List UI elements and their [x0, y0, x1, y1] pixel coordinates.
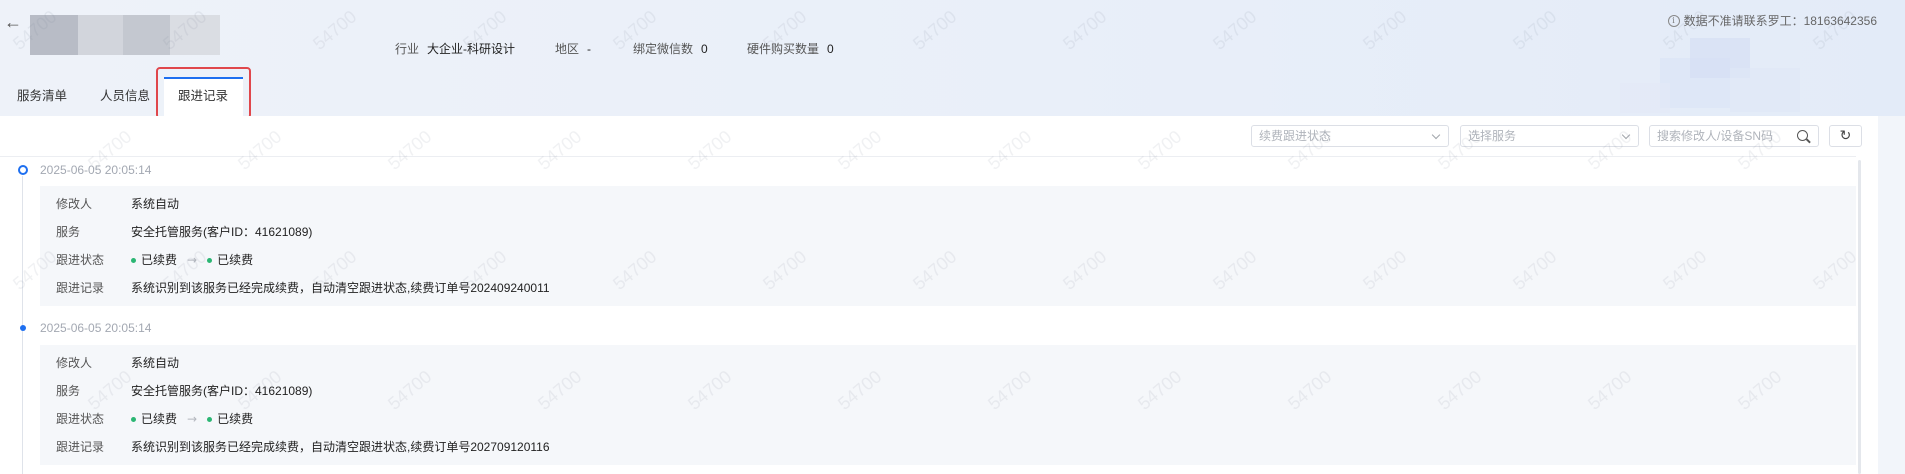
info-hardware-count-value: 0 [827, 42, 834, 56]
search-placeholder: 搜索修改人/设备SN码 [1657, 129, 1774, 143]
data-notice: i 数据不准请联系罗工：18163642356 [1667, 13, 1877, 29]
row-label: 修改人 [56, 197, 93, 211]
row-follow-status: 跟进状态 已续费 → 已续费 [40, 405, 1856, 433]
follow-status-select[interactable]: 续费跟进状态 [1251, 125, 1449, 147]
info-industry-value: 大企业-科研设计 [427, 42, 516, 56]
row-value: 系统自动 [131, 197, 180, 211]
info-industry: 行业 大企业-科研设计 [395, 41, 515, 57]
arrow-right-icon: → [187, 253, 198, 267]
info-circle-icon: i [1667, 15, 1680, 27]
row-follow-record: 跟进记录 系统识别到该服务已经完成续费，自动清空跟进状态,续费订单号202409… [40, 274, 1856, 302]
row-follow-record: 跟进记录 系统识别到该服务已经完成续费，自动清空跟进状态,续费订单号202709… [40, 433, 1856, 461]
timeline-card: 修改人 系统自动 服务 安全托管服务(客户ID：41621089) 跟进状态 已… [40, 186, 1856, 306]
info-hardware-count: 硬件购买数量 0 [747, 41, 834, 57]
info-region: 地区 - [555, 41, 591, 57]
status-change: 已续费 → 已续费 [131, 246, 253, 274]
row-label: 修改人 [56, 356, 93, 370]
status-from: 已续费 [141, 412, 178, 426]
header-illustration [1620, 38, 1800, 113]
arrow-right-icon: → [187, 412, 198, 426]
info-wechat-count: 绑定微信数 0 [633, 41, 708, 57]
row-label: 跟进状态 [56, 412, 105, 426]
row-modifier: 修改人 系统自动 [40, 190, 1856, 218]
chevron-down-icon [1621, 130, 1631, 140]
row-label: 跟进状态 [56, 253, 105, 267]
vertical-scrollbar[interactable] [1858, 160, 1861, 474]
status-from: 已续费 [141, 253, 178, 267]
status-dot-icon [131, 416, 136, 422]
tab-personnel-info[interactable]: 人员信息 [100, 87, 150, 105]
status-dot-icon [207, 416, 213, 422]
row-value: 安全托管服务(客户ID：41621089) [131, 384, 313, 398]
status-dot-icon [207, 257, 213, 263]
row-value: 系统自动 [131, 356, 180, 370]
row-service: 服务 安全托管服务(客户ID：41621089) [40, 377, 1856, 405]
data-notice-text: 数据不准请联系罗工：18163642356 [1683, 14, 1877, 28]
status-to: 已续费 [217, 253, 254, 267]
info-hardware-count-label: 硬件购买数量 [747, 42, 820, 56]
tab-highlight-box [156, 67, 251, 119]
timeline-node-icon [18, 165, 28, 175]
row-follow-status: 跟进状态 已续费 → 已续费 [40, 246, 1856, 274]
follow-status-placeholder: 续费跟进状态 [1259, 129, 1332, 143]
timeline-date: 2025-06-05 20:05:14 [40, 163, 152, 177]
service-select[interactable]: 选择服务 [1460, 125, 1639, 147]
chevron-down-icon [1431, 130, 1441, 140]
row-service: 服务 安全托管服务(客户ID：41621089) [40, 218, 1856, 246]
row-value: 系统识别到该服务已经完成续费，自动清空跟进状态,续费订单号20270912011… [131, 440, 550, 454]
back-arrow-icon[interactable]: ← [4, 12, 22, 32]
row-value: 系统识别到该服务已经完成续费，自动清空跟进状态,续费订单号20240924001… [131, 281, 550, 295]
info-region-value: - [587, 42, 592, 56]
status-dot-icon [131, 257, 136, 263]
refresh-button[interactable]: ↻ [1829, 125, 1862, 147]
row-label: 跟进记录 [56, 281, 105, 295]
row-label: 跟进记录 [56, 440, 105, 454]
tab-service-list[interactable]: 服务清单 [17, 87, 67, 105]
row-label: 服务 [56, 225, 81, 239]
timeline-node-icon [20, 325, 26, 331]
search-input[interactable]: 搜索修改人/设备SN码 [1649, 125, 1819, 147]
service-placeholder: 选择服务 [1468, 129, 1517, 143]
info-wechat-count-label: 绑定微信数 [633, 42, 694, 56]
filter-divider [0, 156, 1856, 157]
info-wechat-count-value: 0 [701, 42, 708, 56]
info-region-label: 地区 [555, 42, 580, 56]
info-industry-label: 行业 [395, 42, 420, 56]
search-icon[interactable] [1797, 130, 1808, 141]
row-modifier: 修改人 系统自动 [40, 349, 1856, 377]
row-label: 服务 [56, 384, 81, 398]
timeline-date: 2025-06-05 20:05:14 [40, 321, 152, 335]
status-to: 已续费 [217, 412, 254, 426]
row-value: 安全托管服务(客户ID：41621089) [131, 225, 313, 239]
status-change: 已续费 → 已续费 [131, 405, 253, 433]
timeline-card: 修改人 系统自动 服务 安全托管服务(客户ID：41621089) 跟进状态 已… [40, 345, 1856, 465]
customer-name-blurred [30, 15, 220, 55]
